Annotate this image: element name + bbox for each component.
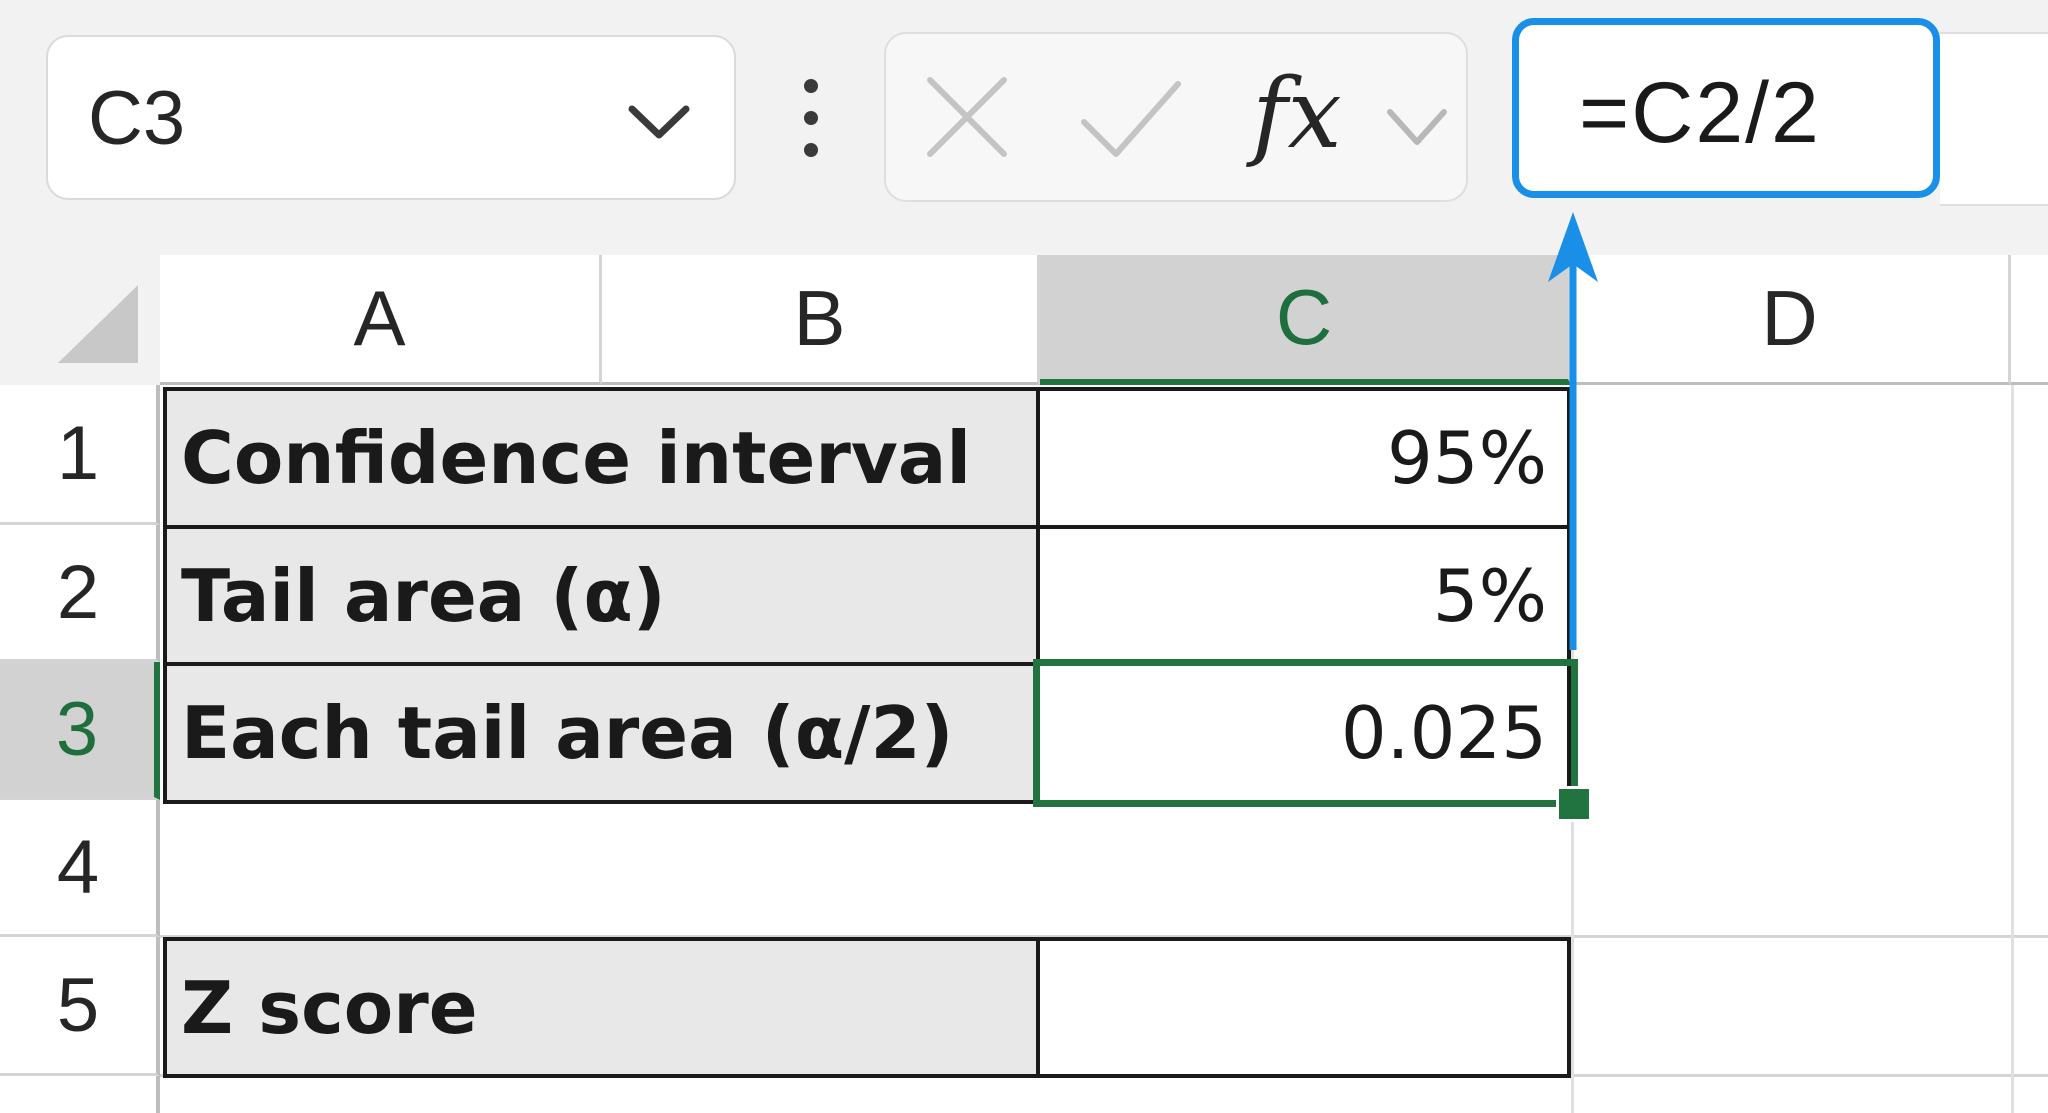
spreadsheet-window: C3 fx =C2/2 A B C D 1 2 3 4 5 Confidence… [0, 0, 2048, 1113]
annotation-arrow-icon [1548, 212, 1598, 650]
